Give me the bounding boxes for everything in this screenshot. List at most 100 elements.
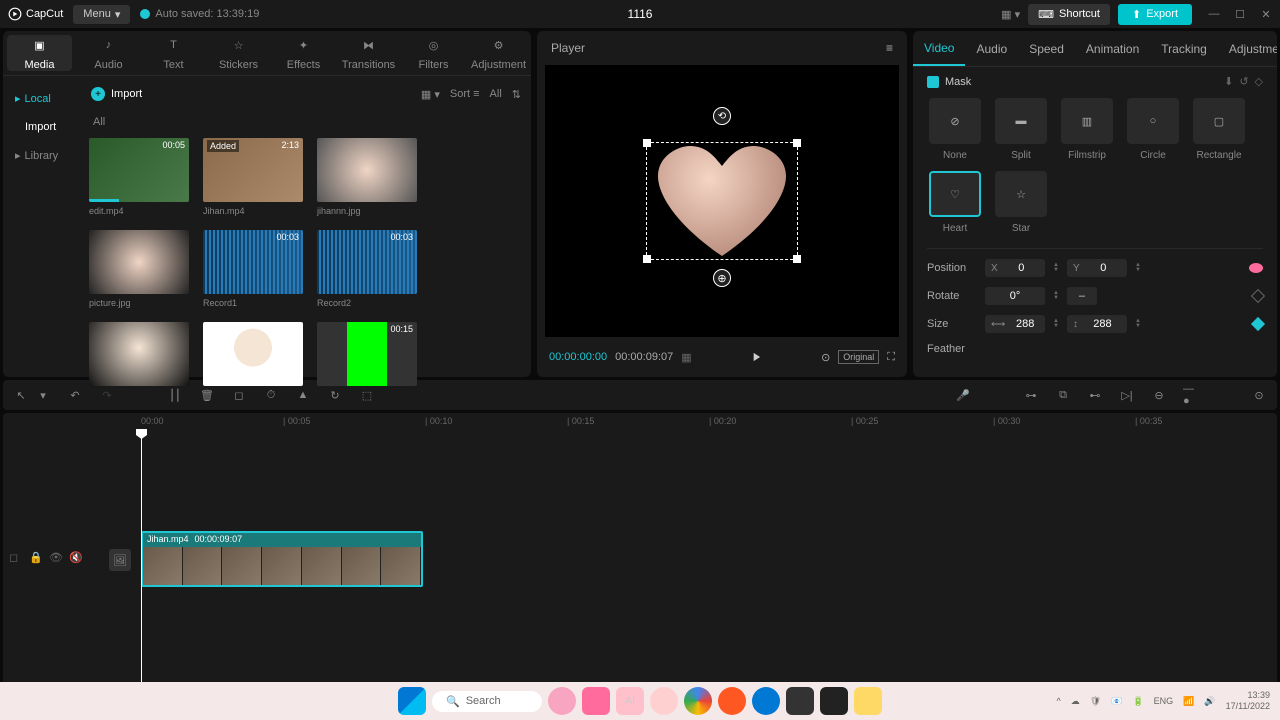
mask-heart[interactable]: ♡Heart (927, 171, 983, 234)
sidebar-library[interactable]: ▸ Library (3, 141, 81, 170)
taskbar-app[interactable] (786, 687, 814, 715)
import-button[interactable]: + Import (91, 87, 142, 101)
mask-none[interactable]: ⊘None (927, 98, 983, 161)
media-thumb[interactable]: 00:15 (317, 322, 417, 386)
media-thumb[interactable]: 00:03Record1 (203, 230, 303, 308)
crop2-tool[interactable]: ⬚ (359, 387, 375, 403)
snapshot-icon[interactable]: ⊙ (821, 351, 830, 364)
tray-icon[interactable]: ENG (1154, 696, 1174, 706)
tab-speed[interactable]: Speed (1018, 31, 1075, 66)
nav-stickers[interactable]: ☆Stickers (206, 31, 271, 75)
taskbar-app[interactable] (854, 687, 882, 715)
speed-tool[interactable]: ⏱ (263, 387, 279, 403)
taskbar-app[interactable] (582, 687, 610, 715)
play-button[interactable] (749, 350, 763, 364)
preview-tool[interactable]: ▷| (1119, 387, 1135, 403)
timeline-clip[interactable]: Jihan.mp400:00:09:07 (141, 531, 423, 587)
fullscreen-icon[interactable]: ⛶ (887, 351, 895, 364)
taskbar-app[interactable] (820, 687, 848, 715)
zoom-out[interactable]: ⊖ (1151, 387, 1167, 403)
size-w-input[interactable]: ⟷288 (985, 315, 1045, 333)
rotate-keyframe[interactable] (1251, 289, 1265, 303)
tray-icon[interactable]: 📶 (1183, 696, 1194, 707)
mask-circle[interactable]: ○Circle (1125, 98, 1181, 161)
mask-reset-icon[interactable]: ↺ (1239, 75, 1248, 88)
nav-effects[interactable]: ✦Effects (271, 31, 336, 75)
timeline-ruler[interactable]: 00:00 | 00:05 | 00:10 | 00:15 | 00:20 | … (3, 413, 1277, 431)
taskbar-app[interactable]: AI (616, 687, 644, 715)
view-grid-icon[interactable]: ▦ ▾ (421, 88, 440, 101)
nav-transitions[interactable]: ⧓Transitions (336, 31, 401, 75)
taskbar-app[interactable] (752, 687, 780, 715)
media-thumb[interactable]: jihannn.jpg (317, 138, 417, 216)
taskbar-search[interactable]: 🔍 Search (432, 691, 542, 712)
nav-text[interactable]: TText (141, 31, 206, 75)
crop-tool[interactable]: ◻ (231, 387, 247, 403)
delete-tool[interactable]: 🗑 (199, 387, 215, 403)
original-button[interactable]: Original (838, 350, 879, 364)
minimize-button[interactable]: — (1208, 8, 1220, 20)
tray-icon[interactable]: 📧 (1111, 696, 1122, 707)
shortcut-button[interactable]: ⌨Shortcut (1028, 4, 1110, 25)
cover-button[interactable]: 🖼 (109, 549, 131, 571)
size-h-input[interactable]: ↕288 (1067, 315, 1127, 333)
tab-audio[interactable]: Audio (965, 31, 1018, 66)
mask-split[interactable]: ▬Split (993, 98, 1049, 161)
taskbar-app[interactable] (684, 687, 712, 715)
tab-animation[interactable]: Animation (1075, 31, 1150, 66)
redo-button[interactable]: ↷ (99, 387, 115, 403)
start-button[interactable] (398, 687, 426, 715)
mask-keyframe-icon[interactable]: ◇ (1255, 75, 1263, 88)
track-lock[interactable]: 🔒 (29, 551, 43, 565)
track-visible[interactable]: 👁 (49, 551, 63, 565)
rotate-input[interactable]: 0° (985, 287, 1045, 305)
mask-checkbox[interactable] (927, 76, 939, 88)
tool-dropdown[interactable]: ▾ (35, 387, 51, 403)
selection-tool[interactable]: ↖ (13, 387, 29, 403)
nav-adjustment[interactable]: ⚙Adjustment (466, 31, 531, 75)
media-thumb[interactable] (89, 322, 189, 386)
playhead[interactable] (141, 431, 142, 691)
mask-filmstrip[interactable]: ▥Filmstrip (1059, 98, 1115, 161)
tray-icon[interactable]: 🔊 (1204, 696, 1215, 707)
tray-icon[interactable]: ☁ (1071, 696, 1080, 707)
scale-handle[interactable]: ⊕ (713, 269, 731, 287)
taskbar-app[interactable] (718, 687, 746, 715)
split-tool[interactable]: ⎮⎮ (167, 387, 183, 403)
filter-all[interactable]: All (490, 88, 502, 100)
link2-tool[interactable]: ⊷ (1087, 387, 1103, 403)
nav-audio[interactable]: ♪Audio (76, 31, 141, 75)
mask-rectangle[interactable]: ▢Rectangle (1191, 98, 1247, 161)
rotate-tool[interactable]: ↻ (327, 387, 343, 403)
tray-icon[interactable]: 🛡 (1090, 696, 1101, 707)
taskbar-app[interactable] (650, 687, 678, 715)
rotate-handle[interactable]: ⟲ (713, 107, 731, 125)
sidebar-local[interactable]: ▸ Local (3, 84, 81, 113)
taskbar-app[interactable] (548, 687, 576, 715)
magnet-tool[interactable]: ⧉ (1055, 387, 1071, 403)
nav-media[interactable]: ▣Media (7, 35, 72, 71)
zoom-fit[interactable]: ⊙ (1251, 387, 1267, 403)
track-mute[interactable]: 🔇 (69, 551, 83, 565)
menu-button[interactable]: Menu▾ (73, 5, 130, 24)
tab-tracking[interactable]: Tracking (1150, 31, 1218, 66)
layout-button[interactable]: ▦ ▾ (1001, 8, 1020, 21)
grid-icon[interactable]: ▦ (681, 351, 691, 364)
taskbar-clock[interactable]: 13:39 17/11/2022 (1226, 690, 1270, 712)
sort-button[interactable]: Sort ≡ (450, 88, 480, 100)
track-toggle[interactable]: ◻ (9, 551, 23, 565)
media-thumb[interactable]: 00:05edit.mp4 (89, 138, 189, 216)
selection-box[interactable]: ⟲ ⊕ (646, 142, 798, 260)
nav-filters[interactable]: ◎Filters (401, 31, 466, 75)
mirror-tool[interactable]: ▲ (295, 387, 311, 403)
media-thumb[interactable] (203, 322, 303, 386)
export-button[interactable]: ⬆Export (1118, 4, 1192, 25)
link-tool[interactable]: ⊶ (1023, 387, 1039, 403)
maximize-button[interactable]: ☐ (1234, 8, 1246, 20)
zoom-slider[interactable]: —● (1183, 387, 1199, 403)
player-canvas[interactable]: ⟲ ⊕ (545, 65, 899, 337)
player-menu-icon[interactable]: ≡ (886, 41, 893, 55)
position-keyframe[interactable] (1249, 263, 1263, 273)
tray-icon[interactable]: 🔋 (1132, 696, 1143, 707)
sidebar-import[interactable]: Import (3, 113, 81, 141)
